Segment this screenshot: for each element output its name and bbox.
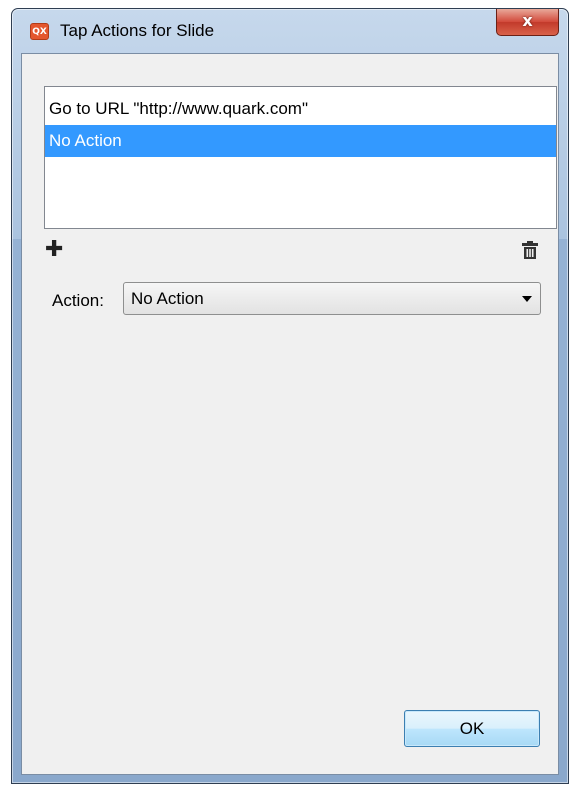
app-icon: QX bbox=[30, 23, 49, 40]
dialog-window: QX Tap Actions for Slide x Go to URL "ht… bbox=[11, 8, 569, 784]
trash-icon[interactable] bbox=[521, 240, 539, 260]
action-label: Action: bbox=[52, 291, 104, 310]
action-dropdown-value: No Action bbox=[131, 289, 204, 308]
ok-button[interactable]: OK bbox=[404, 710, 540, 747]
list-item[interactable]: Go to URL "http://www.quark.com" bbox=[45, 93, 556, 125]
actions-listbox[interactable]: Go to URL "http://www.quark.com" No Acti… bbox=[44, 86, 557, 229]
add-icon[interactable]: ✚ bbox=[45, 239, 65, 261]
list-item-selected[interactable]: No Action bbox=[45, 125, 556, 157]
dialog-content: Go to URL "http://www.quark.com" No Acti… bbox=[21, 53, 559, 775]
action-dropdown[interactable]: No Action bbox=[123, 282, 541, 315]
close-button[interactable]: x bbox=[496, 9, 559, 36]
close-icon: x bbox=[522, 11, 533, 30]
window-title: Tap Actions for Slide bbox=[60, 21, 215, 40]
chevron-down-icon bbox=[522, 296, 532, 302]
title-bar[interactable]: QX Tap Actions for Slide x bbox=[12, 9, 568, 53]
